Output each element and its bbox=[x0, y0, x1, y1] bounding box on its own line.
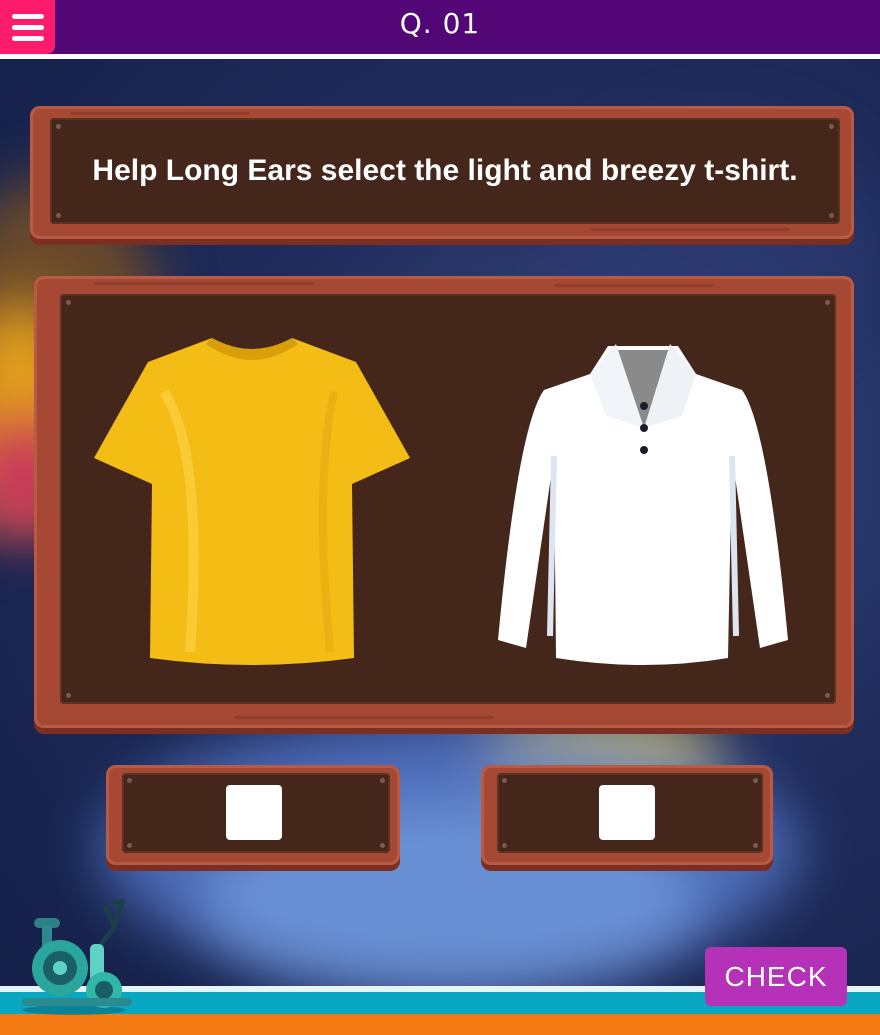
option-2-checkbox[interactable] bbox=[599, 785, 655, 840]
white-shirt-image[interactable] bbox=[496, 336, 790, 668]
option-2-board bbox=[481, 765, 773, 865]
top-bar: Q. 01 bbox=[0, 0, 880, 59]
question-number: Q. 01 bbox=[399, 7, 481, 40]
question-text: Help Long Ears select the light and bree… bbox=[92, 154, 798, 187]
option-1-checkbox[interactable] bbox=[226, 785, 282, 840]
question-board: Help Long Ears select the light and bree… bbox=[30, 106, 854, 239]
options-board bbox=[34, 276, 854, 728]
option-1-board bbox=[106, 765, 400, 865]
exercise-bike-icon bbox=[22, 899, 132, 1015]
check-button[interactable]: CHECK bbox=[705, 947, 847, 1006]
yellow-tshirt-image[interactable] bbox=[94, 332, 410, 668]
